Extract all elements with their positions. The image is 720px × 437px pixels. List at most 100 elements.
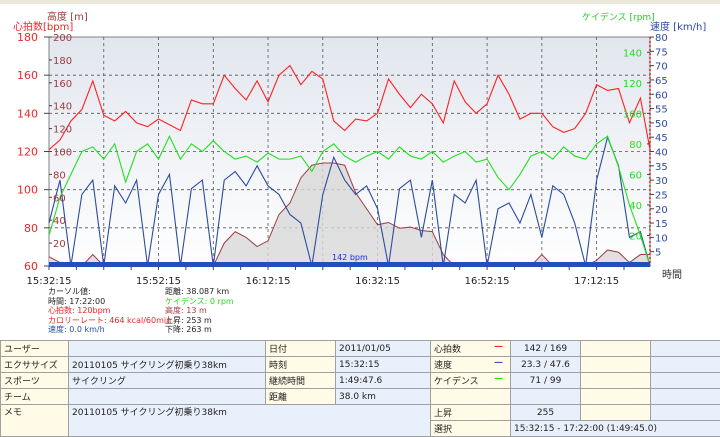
user-label: ユーザー	[1, 341, 69, 357]
empty-cell	[511, 389, 581, 405]
speed-tick-label: 10	[655, 233, 668, 244]
altitude-tick-label: 120	[53, 125, 72, 136]
cursor-ascent: 上昇: 253 m	[165, 316, 234, 326]
time-tick-label: 16:52:15	[465, 276, 510, 287]
cursor-values-left: カーソル値: 時間: 17:22:00 心拍数: 120bpm カロリーレート:…	[48, 287, 171, 335]
hr-tick-label: 60	[24, 260, 38, 273]
team-value[interactable]	[69, 389, 266, 405]
altitude-tick-label: 140	[53, 102, 72, 113]
speed-tick-label: 60	[655, 90, 668, 101]
time-label: 時刻	[266, 357, 336, 373]
cadence-tick-label: 20	[629, 231, 642, 242]
user-value[interactable]	[69, 341, 266, 357]
empty-cell	[581, 341, 651, 357]
empty-cell	[581, 389, 651, 405]
empty-cell	[431, 389, 511, 405]
cursor-descent: 下降: 263 m	[165, 325, 234, 335]
date-label: 日付	[266, 341, 336, 357]
altitude-tick-label: 160	[53, 79, 72, 90]
empty-cell	[651, 357, 720, 373]
empty-cell	[651, 373, 720, 389]
altitude-tick-label: 80	[53, 170, 66, 181]
time-axis-title: 時間	[662, 266, 682, 281]
empty-cell	[581, 373, 651, 389]
altitude-tick-label: 40	[53, 216, 66, 227]
cursor-distance: 距離: 38.087 km	[165, 287, 234, 297]
exercise-label: エクササイズ	[1, 357, 69, 373]
time-tick-label: 16:32:15	[355, 276, 400, 287]
summary-table: ユーザー 日付 2011/01/05 心拍数— 142 / 169 エクササイズ…	[0, 340, 720, 437]
speed-label: 速度—	[431, 357, 511, 373]
hr-label: 心拍数—	[431, 341, 511, 357]
table-row: スポーツ サイクリング 継続時間 1:49:47.6 ケイデンス— 71 / 9…	[1, 373, 720, 389]
speed-tick-label: 45	[655, 133, 668, 144]
cadence-tick-label: 120	[623, 79, 642, 90]
zero-speed-bar	[49, 262, 650, 267]
hr-tick-label: 140	[17, 107, 38, 120]
empty-cell	[651, 389, 720, 405]
table-row: チーム 距離 38.0 km	[1, 389, 720, 405]
empty-cell	[651, 405, 720, 421]
distance-label: 距離	[266, 389, 336, 405]
memo-label: メモ	[1, 405, 69, 437]
speed-axis-title: 速度 [km/h]	[650, 18, 706, 33]
empty-cell	[581, 357, 651, 373]
cadence-label-text: ケイデンス	[434, 377, 479, 387]
speed-tick-label: 65	[655, 76, 668, 87]
heart-rate-axis-title: 心拍数[bpm]	[13, 18, 73, 33]
cadence-legend-swatch: —	[494, 374, 503, 384]
duration-label: 継続時間	[266, 373, 336, 389]
empty-cell	[651, 341, 720, 357]
hr-annotation: 142 bpm	[332, 253, 368, 262]
speed-tick-label: 20	[655, 205, 668, 216]
date-value: 2011/01/05	[336, 341, 431, 357]
hr-tick-label: 120	[17, 146, 38, 159]
altitude-tick-label: 180	[53, 56, 72, 67]
memo-value[interactable]: 20110105 サイクリング初乗り38km	[69, 405, 431, 437]
time-tick-label: 15:52:15	[136, 276, 181, 287]
cursor-altitude: 高度: 13 m	[165, 306, 234, 316]
sport-value[interactable]: サイクリング	[69, 373, 266, 389]
hr-tick-label: 100	[17, 184, 38, 197]
speed-tick-label: 25	[655, 190, 668, 201]
cadence-tick-label: 140	[623, 48, 642, 59]
time-tick-label: 15:32:15	[27, 276, 72, 287]
speed-legend-swatch: —	[494, 358, 503, 368]
speed-tick-label: 30	[655, 176, 668, 187]
activity-chart[interactable]: 142 bpm 60 80 100 120 140 160 180 20 40 60 80 100 120…	[0, 0, 720, 300]
speed-tick-label: 80	[655, 33, 668, 44]
time-tick-label: 16:12:15	[246, 276, 291, 287]
speed-tick-label: 70	[655, 62, 668, 73]
ascent-label: 上昇	[431, 405, 511, 421]
cursor-speed: 速度: 0.0 km/h	[48, 325, 171, 335]
speed-value: 23.3 / 47.6	[511, 357, 581, 373]
cursor-time: 時間: 17:22:00	[48, 297, 171, 307]
cursor-calorie-rate: カロリーレート: 464 kcal/60min	[48, 316, 171, 326]
time-tick-label: 17:12:15	[574, 276, 619, 287]
altitude-tick-label: 200	[53, 33, 72, 44]
exercise-value[interactable]: 20110105 サイクリング初乗り38km	[69, 357, 266, 373]
speed-tick-label: 50	[655, 119, 668, 130]
cursor-heart-rate: 心拍数: 120bpm	[48, 306, 171, 316]
altitude-tick-label: 20	[53, 239, 66, 250]
speed-tick-label: 40	[655, 148, 668, 159]
table-row: エクササイズ 20110105 サイクリング初乗り38km 時刻 15:32:1…	[1, 357, 720, 373]
speed-tick-label: 55	[655, 105, 668, 116]
cursor-cadence: ケイデンス: 0 rpm	[165, 297, 234, 307]
hr-tick-label: 80	[24, 222, 38, 235]
distance-value: 38.0 km	[336, 389, 431, 405]
cadence-tick-label: 40	[629, 201, 642, 212]
speed-tick-label: 15	[655, 219, 668, 230]
cadence-tick-label: 80	[629, 140, 642, 151]
duration-value: 1:49:47.6	[336, 373, 431, 389]
altitude-tick-label: 60	[53, 193, 66, 204]
hr-value: 142 / 169	[511, 341, 581, 357]
cadence-value: 71 / 99	[511, 373, 581, 389]
time-value: 15:32:15	[336, 357, 431, 373]
hr-legend-swatch: —	[494, 342, 503, 352]
empty-cell	[581, 405, 651, 421]
team-label: チーム	[1, 389, 69, 405]
cadence-tick-label: 100	[623, 109, 642, 120]
speed-tick-label: 75	[655, 47, 668, 58]
speed-tick-label: 5	[655, 248, 661, 259]
